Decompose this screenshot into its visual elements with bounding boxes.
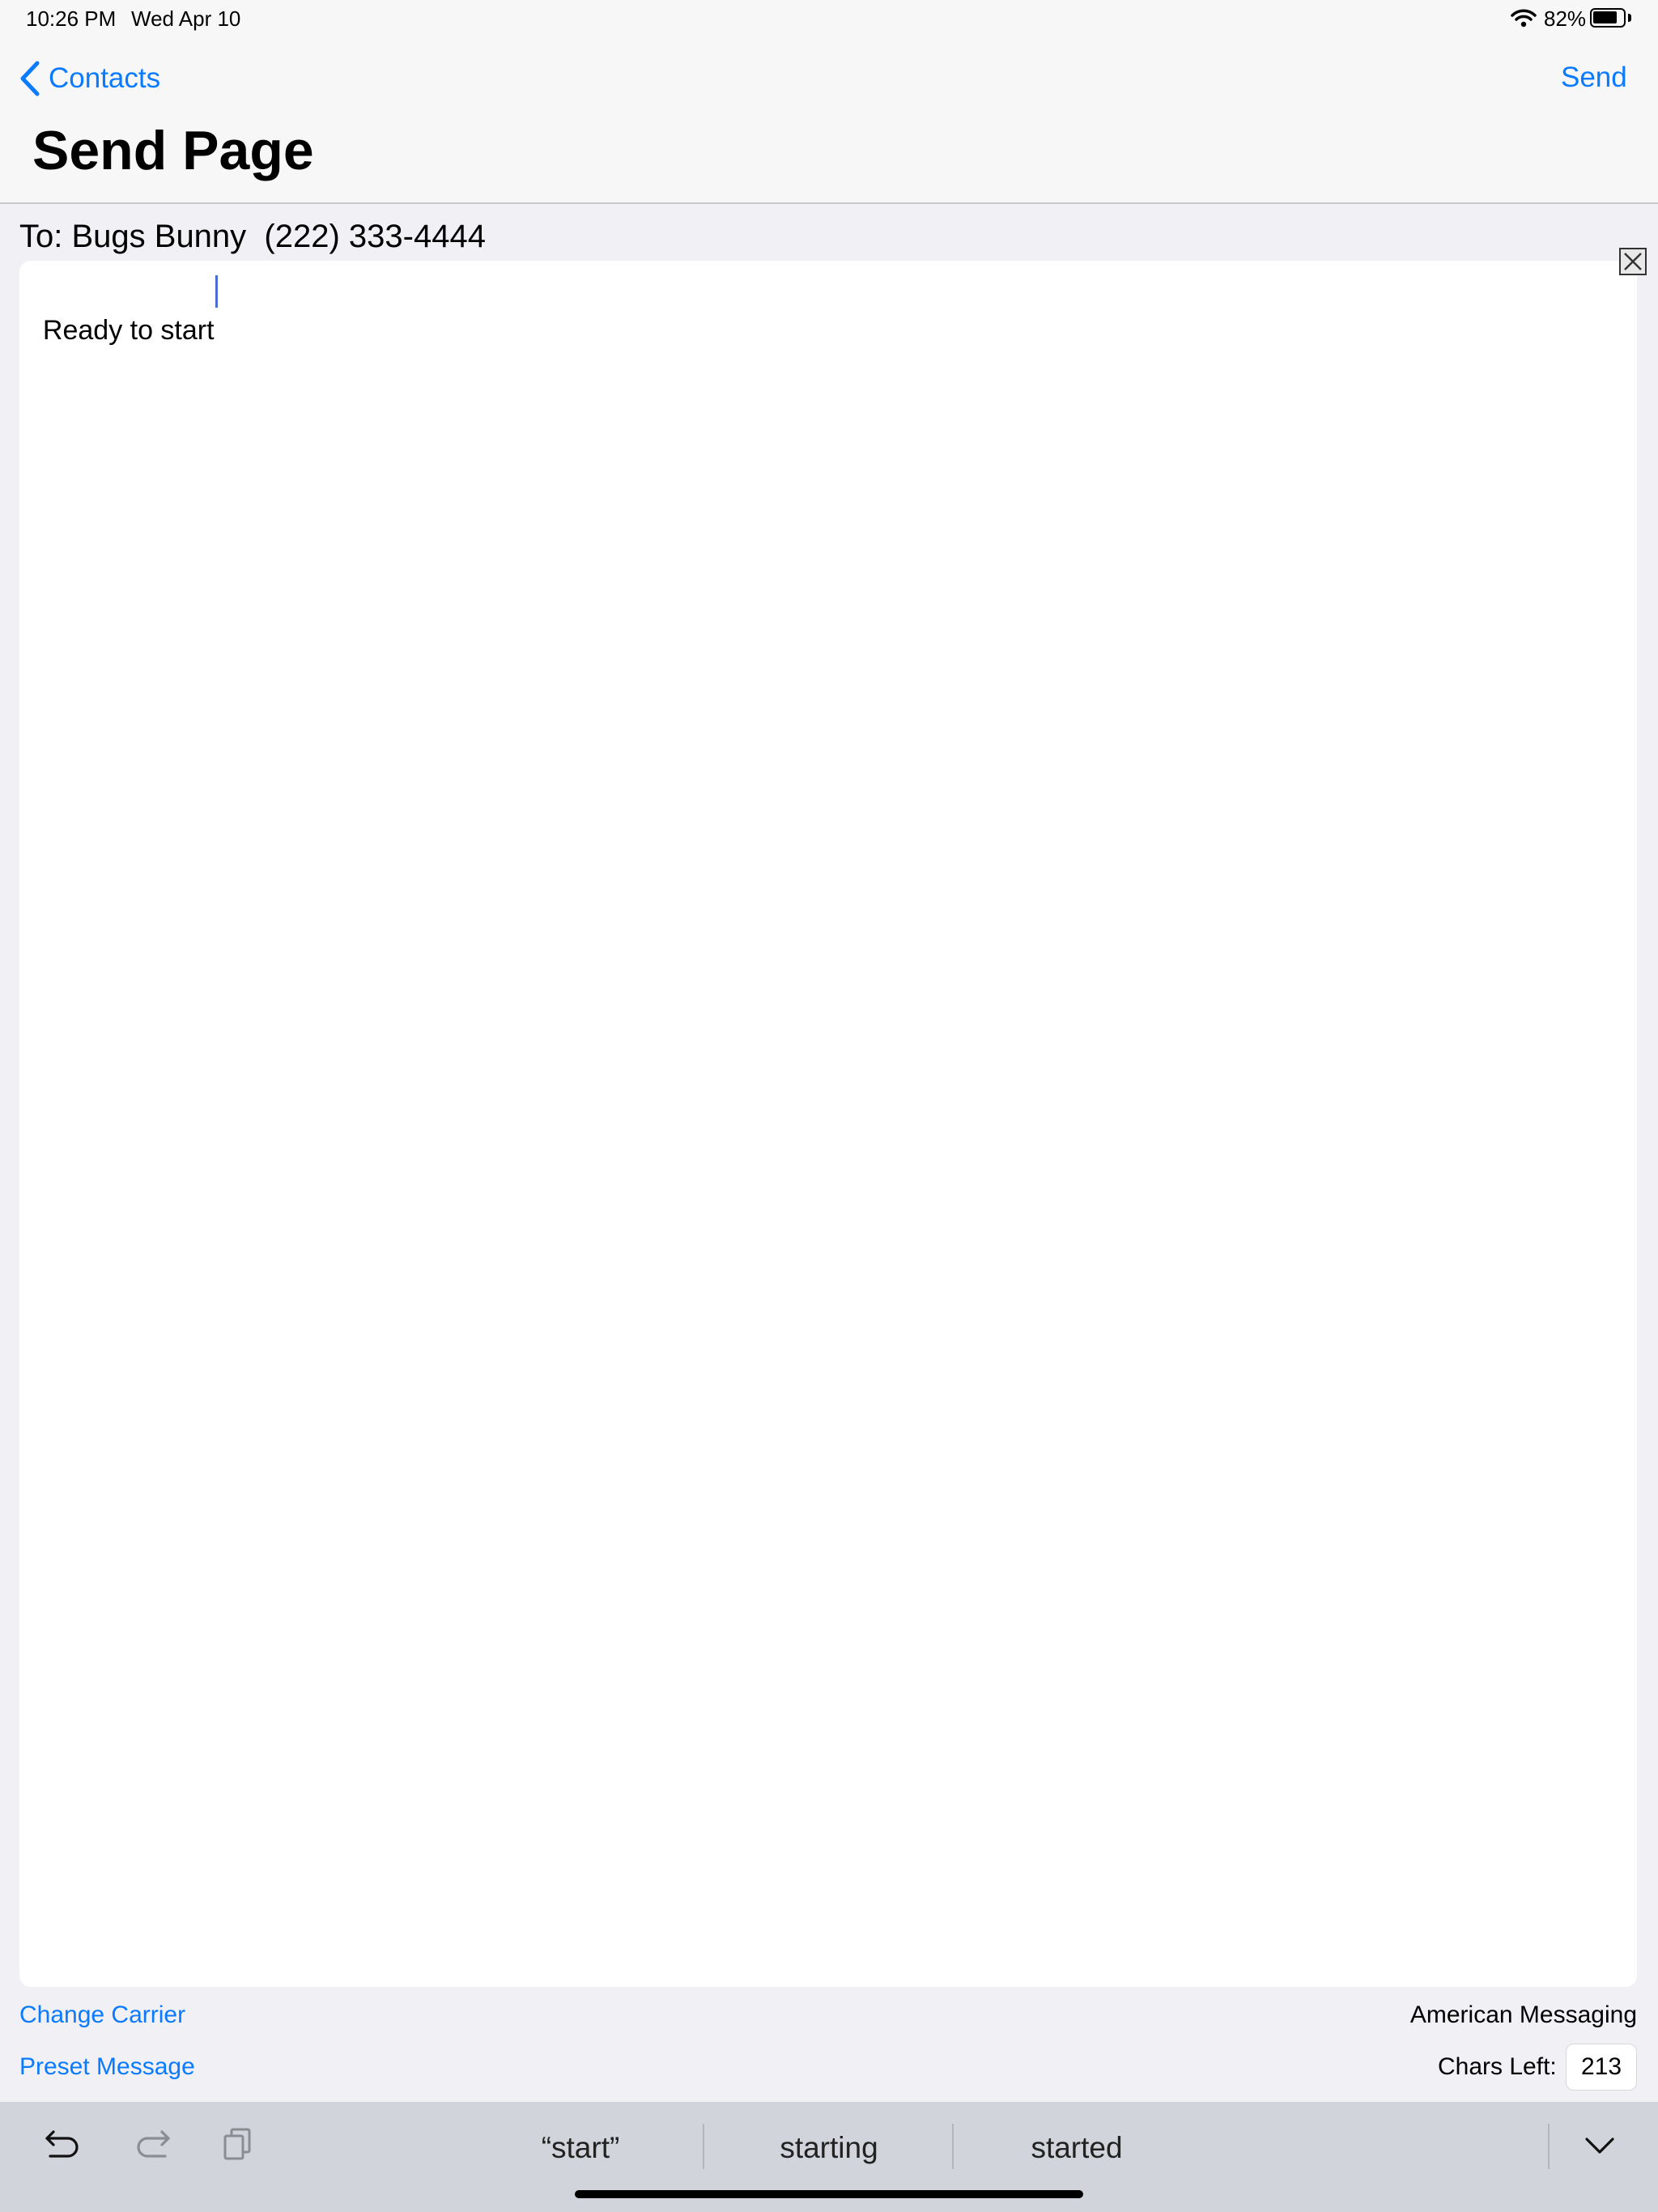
battery-percent: 82%: [1544, 6, 1587, 31]
paste-icon[interactable]: [222, 2126, 254, 2163]
suggestion-divider: [952, 2124, 954, 2169]
clear-message-button[interactable]: [1619, 248, 1647, 275]
keyboard-bar-divider: [1548, 2124, 1550, 2169]
message-textarea[interactable]: [19, 261, 1637, 1987]
suggestion-1[interactable]: “start”: [475, 2131, 686, 2165]
battery-icon: [1590, 8, 1626, 28]
back-button[interactable]: Contacts: [18, 58, 160, 99]
suggestion-divider: [703, 2124, 704, 2169]
message-text: Ready to start: [28, 272, 215, 350]
carrier-name: American Messaging: [1409, 2001, 1637, 2028]
send-button[interactable]: Send: [1561, 62, 1627, 94]
redo-icon[interactable]: [131, 2128, 172, 2163]
suggestion-2[interactable]: starting: [724, 2131, 934, 2165]
status-bar: [0, 0, 1658, 39]
dismiss-keyboard-icon[interactable]: [1584, 2134, 1616, 2157]
preset-message-link[interactable]: Preset Message: [19, 2053, 195, 2081]
status-time: 10:26 PM: [26, 6, 117, 31]
close-icon: [1624, 253, 1642, 270]
change-carrier-link[interactable]: Change Carrier: [19, 2001, 185, 2029]
page-title: Send Page: [32, 120, 314, 181]
chevron-left-icon: [20, 61, 40, 96]
battery-level: [1593, 11, 1617, 23]
back-button-label: Contacts: [49, 62, 161, 94]
wifi-icon: [1511, 9, 1537, 28]
battery-tip: [1628, 14, 1631, 22]
suggestion-3[interactable]: started: [971, 2131, 1182, 2165]
message-content: Ready to start: [42, 315, 215, 346]
home-indicator: [575, 2190, 1083, 2198]
text-cursor: [215, 275, 218, 308]
chars-left-label: Chars Left:: [1438, 2053, 1557, 2080]
undo-icon[interactable]: [44, 2128, 84, 2163]
chars-left-value: 213: [1566, 2044, 1637, 2091]
status-date: Wed Apr 10: [131, 6, 241, 31]
recipient-line: To: Bugs Bunny (222) 333-4444: [19, 219, 486, 254]
